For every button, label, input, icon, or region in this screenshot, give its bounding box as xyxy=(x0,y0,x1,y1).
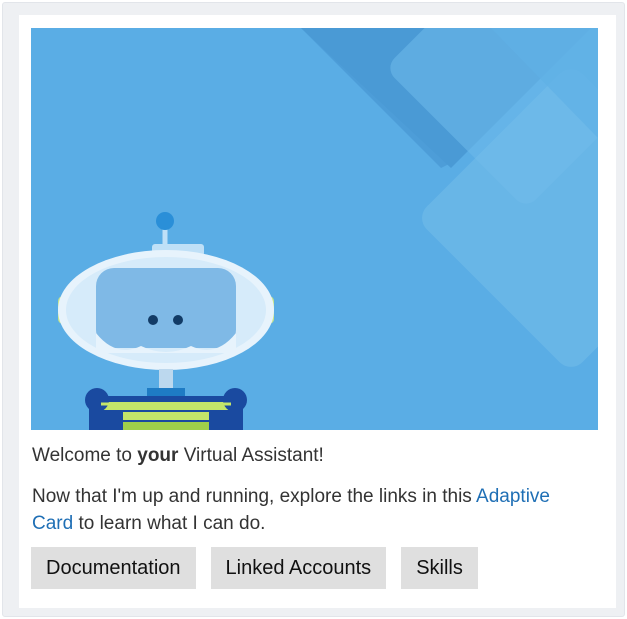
description-text-end: to learn what I can do. xyxy=(73,513,266,534)
description-text: Now that I'm up and running, explore the… xyxy=(32,486,477,507)
documentation-button[interactable]: Documentation xyxy=(31,547,196,589)
title-suffix: Virtual Assistant! xyxy=(178,445,324,466)
hero-image xyxy=(31,28,598,430)
card-description: Now that I'm up and running, explore the… xyxy=(32,483,592,537)
linked-accounts-button[interactable]: Linked Accounts xyxy=(210,547,387,589)
title-emphasis: your xyxy=(137,445,179,466)
skills-button[interactable]: Skills xyxy=(401,547,478,589)
card-title: Welcome to your Virtual Assistant! xyxy=(32,445,324,467)
virtual-assistant-robot-illustration xyxy=(31,28,598,430)
card-actions: Documentation Linked Accounts Skills xyxy=(31,547,478,589)
title-prefix: Welcome to xyxy=(32,445,138,466)
